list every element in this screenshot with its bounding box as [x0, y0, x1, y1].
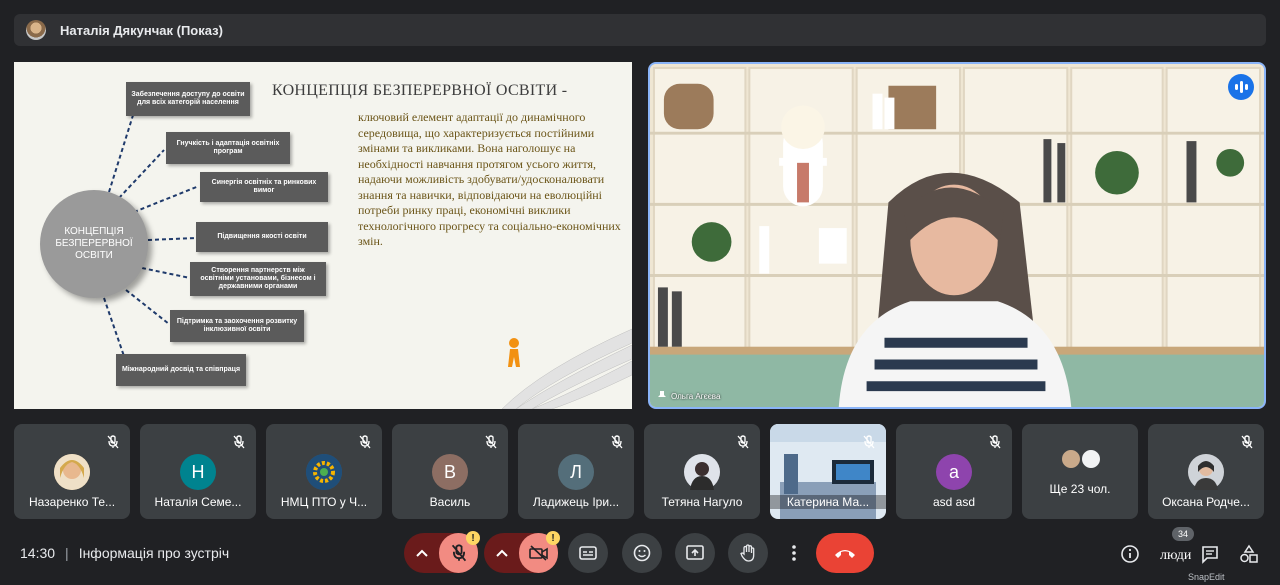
camera-options-button[interactable]	[484, 549, 519, 557]
photo-avatar-icon	[1188, 454, 1224, 490]
captions-button[interactable]	[568, 533, 608, 573]
activities-button[interactable]	[1238, 543, 1260, 565]
participant-tile[interactable]: Назаренко Те...	[14, 424, 130, 519]
participant-avatar: Н	[180, 454, 216, 490]
leave-call-button[interactable]	[816, 533, 874, 573]
mic-off-icon	[863, 435, 875, 449]
more-participants-tile[interactable]: Ще 23 чол.	[1022, 424, 1138, 519]
staircase-illustration	[502, 328, 632, 409]
meeting-details-button[interactable]	[1119, 543, 1141, 565]
chevron-up-icon	[495, 549, 508, 557]
speaking-indicator-icon	[1228, 74, 1254, 100]
mic-off-icon	[989, 435, 1001, 449]
participant-avatar: В	[432, 454, 468, 490]
photo-avatar-icon	[54, 454, 90, 490]
participant-name: Назаренко Те...	[28, 495, 116, 509]
participant-tile[interactable]: Оксана Родче...	[1148, 424, 1264, 519]
reactions-button[interactable]	[622, 533, 662, 573]
presenter-avatar	[26, 20, 46, 40]
mic-off-icon	[485, 435, 497, 449]
mindmap-box-3: Синергія освітніх та ринкових вимог	[200, 172, 328, 202]
info-icon	[1121, 545, 1139, 563]
mic-options-button[interactable]	[404, 549, 439, 557]
hang-up-icon	[835, 550, 855, 558]
mindmap-box-6: Підтримка та заохочення розвитку інклюзи…	[170, 310, 304, 342]
slide-title: КОНЦЕПЦІЯ БЕЗПЕРЕРВНОЇ ОСВІТИ -	[272, 82, 568, 99]
chat-button[interactable]	[1199, 543, 1221, 565]
mic-off-icon	[451, 544, 466, 562]
presentation-slide: КОНЦЕПЦІЯ БЕЗПЕРЕРВНОЇ ОСВІТИ Забезпечен…	[14, 62, 632, 409]
camera-alert-badge: !	[546, 531, 560, 545]
bookshelf-background	[650, 64, 1264, 407]
participant-avatar	[684, 454, 720, 490]
speaker-name: Ольга Агєєва	[671, 391, 721, 401]
captions-icon	[579, 546, 597, 560]
present-screen-icon	[686, 545, 704, 560]
shapes-icon	[1240, 544, 1258, 563]
participant-name: НМЦ ПТО у Ч...	[280, 495, 368, 509]
participant-name: asd asd	[932, 495, 976, 509]
pin-icon	[658, 391, 666, 401]
participant-tile[interactable]: НМЦ ПТО у Ч...	[266, 424, 382, 519]
participant-tile[interactable]: Н Наталія Семе...	[140, 424, 256, 519]
divider: |	[65, 545, 69, 561]
participant-tile[interactable]: Л Ладижець Іри...	[518, 424, 634, 519]
mic-off-icon	[737, 435, 749, 449]
participant-avatar	[306, 454, 342, 490]
speaker-video[interactable]: Ольга Агєєва	[648, 62, 1266, 409]
camera-off-icon	[528, 545, 548, 561]
raise-hand-button[interactable]	[728, 533, 768, 573]
participant-avatar	[1188, 454, 1224, 490]
presenter-title: Наталія Дякунчак (Показ)	[60, 22, 223, 38]
participant-name: Василь	[429, 495, 471, 509]
participant-tile[interactable]: В Василь	[392, 424, 508, 519]
watermark: SnapEdit	[1188, 572, 1225, 582]
photo-avatar-icon	[684, 454, 720, 490]
people-count-badge: 34	[1172, 527, 1194, 541]
hand-icon	[740, 544, 755, 562]
mindmap-box-4: Підвищення якості освіти	[196, 222, 328, 252]
participant-tile[interactable]: Тетяна Нагуло	[644, 424, 760, 519]
participant-name: Тетяна Нагуло	[661, 495, 743, 509]
mindmap-box-2: Гнучкість і адаптація освітніх програм	[166, 132, 290, 164]
participant-name: Оксана Родче...	[1162, 495, 1250, 509]
mindmap-center: КОНЦЕПЦІЯ БЕЗПЕРЕРВНОЇ ОСВІТИ	[40, 190, 148, 298]
participant-name: Ладижець Іри...	[532, 495, 620, 509]
more-vert-icon	[792, 545, 796, 561]
participant-name: Наталія Семе...	[154, 495, 242, 509]
chevron-up-icon	[415, 549, 428, 557]
participant-avatar	[1060, 448, 1082, 470]
meeting-info-link[interactable]: Інформація про зустріч	[79, 545, 229, 561]
slide-body: ключовий елемент адаптації до динамічног…	[358, 110, 621, 248]
present-button[interactable]	[675, 533, 715, 573]
people-button[interactable]: люди	[1160, 548, 1191, 564]
emoji-icon	[633, 544, 651, 562]
mic-off-icon	[359, 435, 371, 449]
mindmap-box-5: Створення партнерств між освітніми устан…	[190, 262, 326, 296]
meeting-info-area: 14:30 | Інформація про зустріч	[20, 545, 229, 561]
participant-avatar: Л	[558, 454, 594, 490]
more-participants-label: Ще 23 чол.	[1049, 482, 1111, 496]
participant-tile[interactable]: a asd asd	[896, 424, 1012, 519]
mic-off-icon	[107, 435, 119, 449]
more-options-button[interactable]	[780, 533, 808, 573]
participant-name: Катерина Ма...	[770, 495, 886, 509]
participant-tile[interactable]: Катерина Ма...	[770, 424, 886, 519]
chat-icon	[1202, 546, 1218, 564]
mic-alert-badge: !	[466, 531, 480, 545]
participant-avatar: a	[936, 454, 972, 490]
participant-avatar	[1080, 448, 1102, 470]
participant-avatar	[54, 454, 90, 490]
presenter-bar: Наталія Дякунчак (Показ)	[14, 14, 1266, 46]
mic-off-icon	[233, 435, 245, 449]
clock: 14:30	[20, 545, 56, 561]
gear-logo-icon	[306, 454, 342, 490]
mindmap-box-1: Забезпечення доступу до освіти для всіх …	[126, 82, 250, 116]
mic-off-icon	[1241, 435, 1253, 449]
speaker-name-label: Ольга Агєєва	[658, 391, 720, 401]
mindmap-box-7: Міжнародний досвід та співпраця	[116, 354, 246, 386]
mic-off-icon	[611, 435, 623, 449]
